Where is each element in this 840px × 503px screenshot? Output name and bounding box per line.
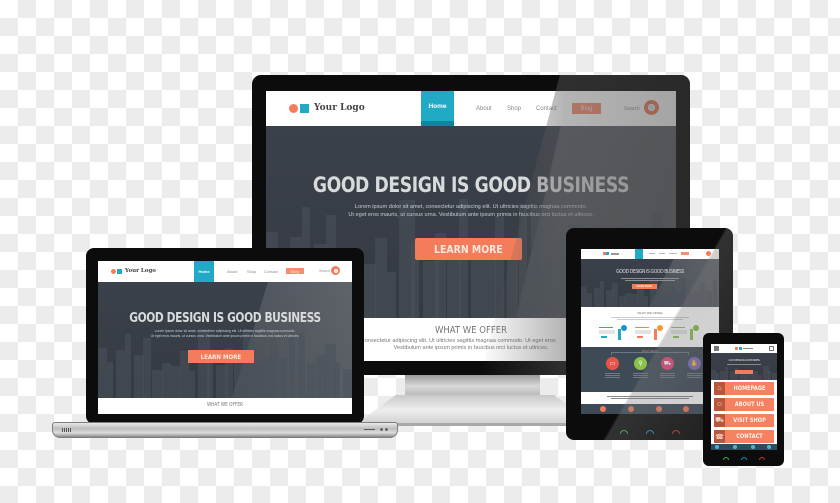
logo-square-icon — [739, 347, 742, 350]
smartphone: GOOD DESIGN IS GOOD BUSINESS ⌂ HOMEPAGE … — [703, 333, 784, 466]
city-skyline — [98, 328, 352, 398]
skyline-building — [342, 369, 352, 398]
site-navbar: Your Logo Home About Shop Contact Blog S… — [98, 261, 352, 282]
homepage-button[interactable]: ⌂ HOMEPAGE — [714, 382, 774, 395]
skyline-building — [306, 362, 316, 398]
learn-more-label: LEARN MORE — [434, 242, 503, 256]
skyline-building — [261, 358, 271, 398]
contact-button[interactable]: ☎ CONTACT — [714, 430, 774, 443]
about-us-button[interactable]: ☺ ABOUT US — [714, 398, 774, 411]
phone-footer — [711, 444, 777, 450]
skyline-building — [483, 250, 496, 318]
phone-navbar — [711, 344, 777, 353]
skyline-building — [767, 371, 771, 380]
hero-subtitle-2: Ut eget eros mauris, ut cursus urna. Ves… — [150, 334, 300, 338]
skyline-building — [161, 362, 171, 398]
nav-home[interactable]: Home — [194, 261, 214, 282]
site-logo[interactable]: Your Logo — [111, 268, 156, 274]
hero-section: GOOD DESIGN IS GOOD BUSINESS — [711, 353, 777, 380]
logo-square-icon — [300, 103, 309, 113]
laptop-base — [52, 422, 398, 438]
nav-shop[interactable]: Shop — [247, 269, 256, 274]
skyline-building — [270, 338, 277, 398]
skyline-building — [107, 362, 114, 398]
phone-icon[interactable] — [715, 445, 719, 449]
share-icon[interactable] — [767, 445, 771, 449]
skyline-building — [772, 373, 777, 380]
visit-shop-label: VISIT SHOP — [733, 417, 766, 424]
logo-text: Your Logo — [314, 103, 365, 113]
learn-more-label: LEARN MORE — [200, 352, 242, 361]
hero-title: GOOD DESIGN IS GOOD BUSINESS — [728, 358, 760, 362]
logo-circle-icon — [735, 347, 738, 350]
contact-label: CONTACT — [736, 433, 763, 440]
nav-search-label: Search — [319, 269, 331, 273]
skyline-building — [333, 363, 341, 398]
offer-section: WHAT WE OFFER — [98, 398, 352, 414]
monitor-foot — [355, 395, 595, 425]
logo-square-icon — [117, 268, 122, 274]
skyline-building — [297, 333, 305, 398]
search-button[interactable] — [331, 266, 340, 275]
skyline-building — [725, 367, 729, 380]
skyline-building — [374, 238, 388, 318]
home-icon: ⌂ — [714, 382, 725, 395]
skyline-building — [116, 350, 125, 398]
skyline-building — [125, 333, 132, 398]
skyline-building — [252, 362, 261, 398]
logo-text — [743, 348, 753, 349]
skyline-building — [758, 374, 762, 380]
phone-website: GOOD DESIGN IS GOOD BUSINESS ⌂ HOMEPAGE … — [711, 344, 777, 444]
skyline-building — [715, 372, 719, 380]
nav-about[interactable]: About — [476, 106, 492, 112]
vent-icon — [62, 428, 71, 432]
hero-subtitle-1: Lorem ipsum dolor sit amet, consectetur … — [154, 329, 296, 333]
mail-icon[interactable] — [733, 445, 737, 449]
hero-title: GOOD DESIGN IS GOOD BUSINESS — [129, 311, 321, 326]
status-light — [364, 429, 375, 430]
learn-more-button[interactable]: LEARN MORE — [188, 350, 254, 363]
monitor-stand — [405, 375, 540, 395]
skyline-building — [143, 337, 151, 398]
about-us-label: ABOUT US — [734, 401, 765, 408]
logo-circle-icon — [289, 103, 298, 113]
homepage-label: HOMEPAGE — [733, 385, 766, 392]
laptop-website: Your Logo Home About Shop Contact Blog S… — [98, 261, 352, 414]
menu-icon[interactable] — [714, 346, 719, 351]
phone-icon: ☎ — [714, 430, 725, 443]
led-indicators — [379, 428, 389, 431]
share-icon[interactable] — [769, 346, 774, 351]
learn-more-button[interactable]: LEARN MORE — [415, 238, 522, 260]
person-icon: ☺ — [714, 398, 725, 411]
nav-about[interactable]: About — [227, 269, 237, 274]
skyline-building — [98, 347, 107, 398]
nav-home[interactable]: Home — [421, 91, 454, 126]
logo-circle-icon — [111, 268, 116, 274]
laptop: Your Logo Home About Shop Contact Blog S… — [86, 248, 364, 424]
skyline-building — [386, 272, 396, 318]
home-icon[interactable] — [741, 457, 747, 460]
hangup-icon[interactable] — [759, 457, 765, 460]
learn-more-button[interactable] — [735, 370, 753, 374]
skyline-building — [288, 331, 295, 398]
hero-section: GOOD DESIGN IS GOOD BUSINESS Lorem ipsum… — [98, 282, 352, 398]
nav-contact[interactable]: Contact — [264, 269, 278, 274]
visit-shop-button[interactable]: ⛟ VISIT SHOP — [714, 414, 774, 427]
hero-subtitle — [727, 364, 761, 365]
location-icon[interactable] — [751, 445, 755, 449]
magnifier-icon — [333, 268, 338, 273]
nav-shop[interactable]: Shop — [507, 106, 521, 112]
skyline-building — [279, 357, 288, 398]
call-icon[interactable] — [723, 457, 729, 460]
cart-icon: ⛟ — [714, 414, 725, 427]
logo-text: Your Logo — [125, 268, 156, 274]
skyline-building — [243, 328, 250, 398]
nav-blog[interactable]: Blog — [286, 268, 304, 274]
site-logo[interactable]: Your Logo — [289, 103, 365, 113]
offer-title: WHAT WE OFFER — [206, 402, 244, 408]
skyline-building — [471, 257, 483, 318]
skyline-building — [188, 371, 196, 398]
